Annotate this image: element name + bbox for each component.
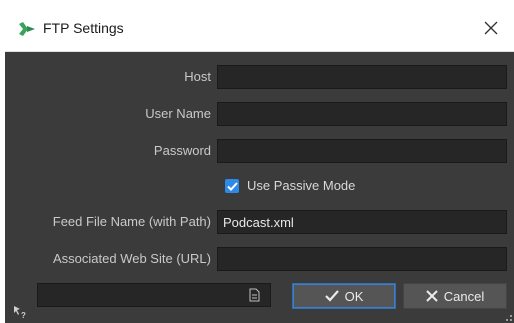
website-label: Associated Web Site (URL) bbox=[53, 251, 211, 266]
svg-text:?: ? bbox=[21, 311, 26, 319]
cancel-label: Cancel bbox=[443, 288, 485, 304]
host-field[interactable] bbox=[217, 65, 507, 89]
x-icon bbox=[426, 290, 438, 302]
checkmark-icon bbox=[226, 181, 238, 191]
path-field[interactable] bbox=[37, 283, 271, 307]
document-icon[interactable] bbox=[248, 288, 260, 302]
help-arrow-icon[interactable]: ? bbox=[13, 305, 27, 320]
password-label: Password bbox=[153, 143, 211, 158]
ftp-settings-dialog: FTP Settings Host User Name Password Use… bbox=[5, 5, 514, 323]
ok-button[interactable]: OK bbox=[292, 283, 396, 309]
checkmark-icon bbox=[324, 290, 339, 302]
passive-mode-label: Use Passive Mode bbox=[247, 178, 356, 193]
close-icon bbox=[484, 21, 498, 35]
passive-mode-checkbox[interactable] bbox=[225, 179, 239, 193]
password-field[interactable] bbox=[217, 139, 507, 163]
title-bar: FTP Settings bbox=[5, 5, 514, 52]
feed-file-field[interactable] bbox=[217, 210, 507, 234]
host-label: Host bbox=[184, 69, 211, 84]
website-field[interactable] bbox=[217, 247, 507, 271]
feed-file-label: Feed File Name (with Path) bbox=[52, 214, 211, 229]
close-button[interactable] bbox=[468, 5, 514, 51]
passive-mode-option[interactable]: Use Passive Mode bbox=[225, 177, 355, 195]
app-logo-icon bbox=[19, 22, 35, 36]
cancel-button[interactable]: Cancel bbox=[403, 283, 507, 309]
username-field[interactable] bbox=[217, 102, 507, 126]
username-label: User Name bbox=[145, 106, 211, 121]
resize-grip-icon[interactable] bbox=[506, 315, 512, 321]
ok-label: OK bbox=[344, 288, 364, 304]
window-title: FTP Settings bbox=[43, 20, 124, 36]
